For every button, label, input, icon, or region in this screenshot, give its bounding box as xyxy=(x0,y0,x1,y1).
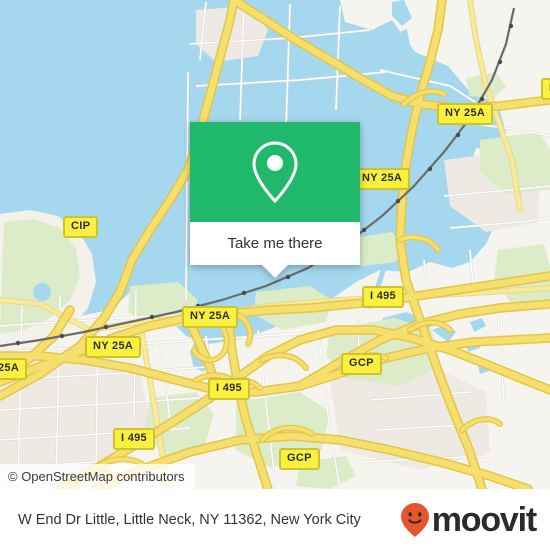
address-label: W End Dr Little, Little Neck, NY 11362, … xyxy=(18,511,361,528)
road-shield-ny25a-3: NY 25A xyxy=(182,306,239,328)
location-pin-icon xyxy=(252,141,298,204)
take-me-there-label: Take me there xyxy=(227,235,323,252)
map-attribution[interactable]: © OpenStreetMap contributors xyxy=(0,464,195,489)
moovit-logo[interactable]: moovit xyxy=(400,500,537,539)
road-shield-i495-3: I 495 xyxy=(113,428,155,450)
footer-bar: W End Dr Little, Little Neck, NY 11362, … xyxy=(0,489,550,550)
road-shield-25a-clipped: 25A xyxy=(0,358,28,380)
moovit-wordmark: moovit xyxy=(431,500,537,539)
popup-pointer xyxy=(262,265,288,278)
road-shield-ny25a-2: NY 25A xyxy=(354,168,411,190)
road-shield-i495-2: I 495 xyxy=(208,378,250,400)
road-shield-ny25a-4: NY 25A xyxy=(85,336,142,358)
map-canvas[interactable]: NY 25A NY 25A NY 25A NY 25A 25A CIP I 49… xyxy=(0,0,550,489)
popup-action-row[interactable]: Take me there xyxy=(190,222,360,265)
road-shield-ny-clipped: NY xyxy=(541,78,550,100)
road-shield-gcp-1: GCP xyxy=(341,353,382,375)
water-pond-small xyxy=(33,283,51,301)
moovit-smiley-pin-icon xyxy=(400,502,429,537)
location-popup[interactable]: Take me there xyxy=(190,122,360,278)
road-shield-i495-1: I 495 xyxy=(362,286,404,308)
road-shield-cip: CIP xyxy=(63,216,99,238)
attribution-text: © OpenStreetMap contributors xyxy=(8,469,185,484)
road-shield-ny25a-1: NY 25A xyxy=(437,103,494,125)
popup-header xyxy=(190,122,360,222)
road-shield-gcp-2: GCP xyxy=(279,448,320,470)
map-screenshot-root: NY 25A NY 25A NY 25A NY 25A 25A CIP I 49… xyxy=(0,0,550,550)
